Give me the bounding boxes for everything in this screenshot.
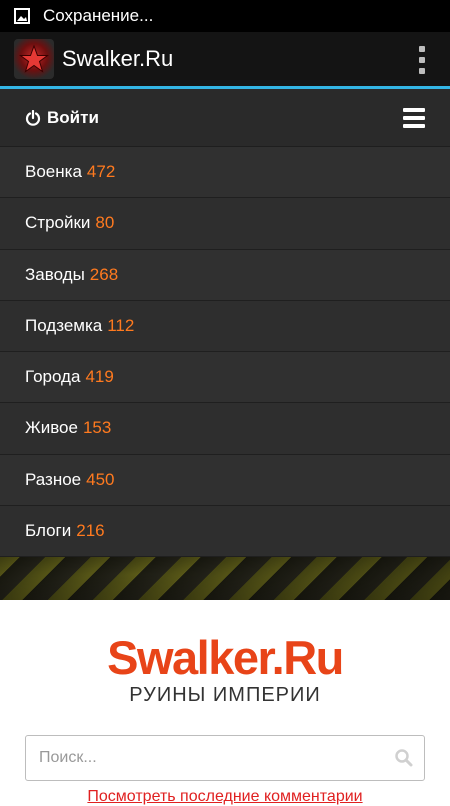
menu-item-count: 450 [86,469,115,489]
menu-item-zavody[interactable]: Заводы 268 [0,249,450,301]
overflow-menu-icon[interactable] [416,46,428,74]
menu-item-count: 80 [95,213,115,233]
recent-comments-link[interactable]: Посмотреть последние комментарии [0,788,450,806]
menu-item-count: 112 [107,315,135,335]
app-title: Swalker.Ru [62,46,174,71]
menu-items: Военка 472 Стройки 80 Заводы 268 Подземк… [0,147,450,557]
menu-item-label: Подземка [25,315,103,335]
menu-header: Войти [0,89,450,147]
menu-item-stroyki[interactable]: Стройки 80 [0,198,450,250]
search-input[interactable] [26,735,394,781]
power-icon [25,109,41,126]
action-bar: Swalker.Ru [0,32,450,89]
menu-item-count: 472 [86,162,116,182]
notification-text: Сохранение... [43,6,154,25]
menu-item-label: Военка [25,162,82,182]
menu-item-count: 153 [82,418,112,438]
hamburger-menu-icon[interactable] [403,108,425,128]
brand-subtitle: РУИНЫ ИМПЕРИИ [129,684,321,706]
menu-item-raznoe[interactable]: Разное 450 [0,454,450,506]
menu-item-zhivoe[interactable]: Живое 153 [0,403,450,455]
menu-item-count: 268 [89,264,119,284]
search-box [25,735,425,781]
menu-item-count: 419 [85,367,114,387]
menu-item-label: Живое [25,418,78,438]
menu-item-label: Города [25,367,81,387]
hazard-stripe-banner [0,557,450,600]
menu-item-blogi[interactable]: Блоги 216 [0,505,450,557]
menu-item-label: Разное [25,469,82,489]
nav-menu: Войти Военка 472 Стройки 80 Заводы 268 П… [0,89,450,557]
menu-item-count: 216 [76,520,105,540]
search-icon[interactable] [394,748,414,768]
status-bar: Сохранение... [0,0,450,32]
menu-item-label: Блоги [25,520,72,540]
menu-item-label: Заводы [25,264,85,284]
app-logo-icon[interactable] [14,39,54,79]
menu-item-label: Стройки [25,213,91,233]
menu-item-goroda[interactable]: Города 419 [0,352,450,404]
image-icon [14,8,30,24]
site-header: Swalker.Ru РУИНЫ ИМПЕРИИ Посмотреть посл… [0,600,450,805]
brand-logo-text[interactable]: Swalker.Ru [0,630,450,685]
menu-item-voenka[interactable]: Военка 472 [0,147,450,199]
login-button[interactable]: Войти [47,108,99,128]
menu-item-podzemka[interactable]: Подземка 112 [0,300,450,352]
